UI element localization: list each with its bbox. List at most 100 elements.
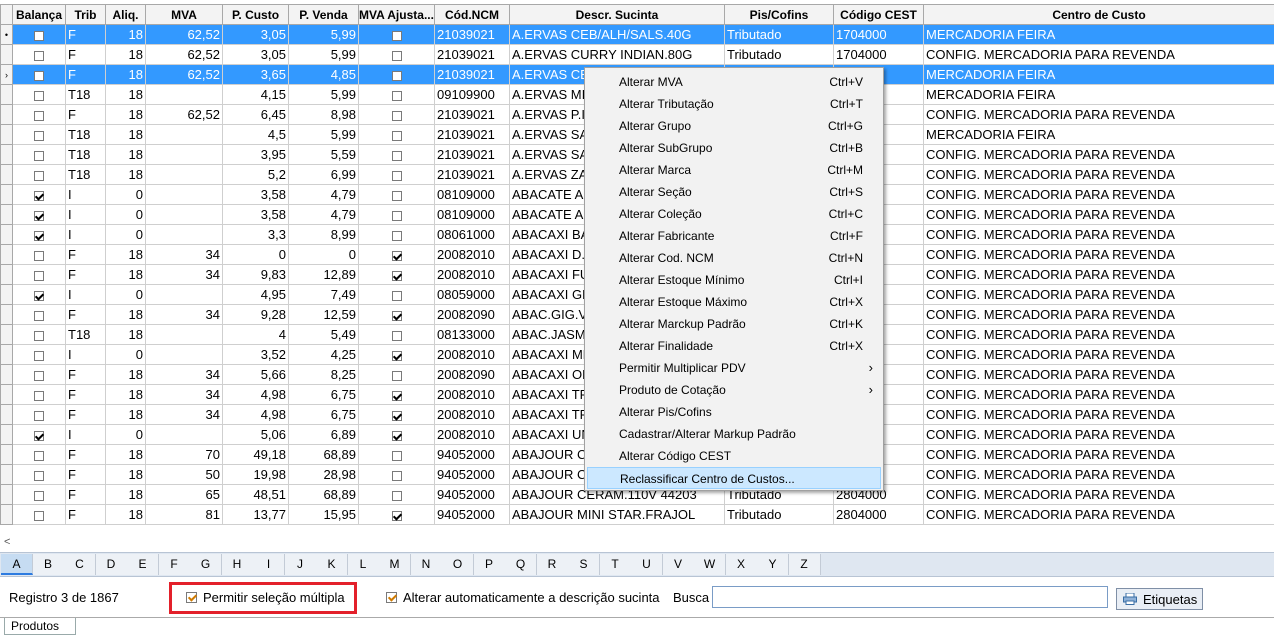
- balanca-checkbox[interactable]: [34, 231, 44, 241]
- cell-mva[interactable]: 62,52: [146, 25, 223, 45]
- balanca-checkbox[interactable]: [34, 31, 44, 41]
- cell-mva[interactable]: 34: [146, 405, 223, 425]
- cell-descricao[interactable]: A.ERVAS CEB/ALH/SALS.40G: [510, 25, 725, 45]
- alphabet-tab-j[interactable]: J: [285, 554, 317, 575]
- cell-aliq[interactable]: 18: [106, 45, 146, 65]
- cell-pis-cofins[interactable]: Tributado: [725, 505, 834, 525]
- cell-trib[interactable]: I: [66, 425, 106, 445]
- menu-item[interactable]: Reclassificar Centro de Custos...: [587, 467, 881, 489]
- cell-mva[interactable]: 34: [146, 305, 223, 325]
- mva-ajustado-checkbox[interactable]: [392, 451, 402, 461]
- cell-aliq[interactable]: 18: [106, 65, 146, 85]
- col-header-pis-cofins[interactable]: Pis/Cofins: [725, 5, 834, 25]
- menu-item[interactable]: Cadastrar/Alterar Markup Padrão: [587, 423, 881, 445]
- balanca-checkbox[interactable]: [34, 491, 44, 501]
- mva-ajustado-checkbox[interactable]: [392, 51, 402, 61]
- alphabet-tab-h[interactable]: H: [222, 554, 254, 575]
- cell-venda[interactable]: 4,25: [289, 345, 359, 365]
- cell-trib[interactable]: I: [66, 345, 106, 365]
- cell-custo[interactable]: 3,52: [223, 345, 289, 365]
- menu-item[interactable]: Alterar TributaçãoCtrl+T: [587, 93, 881, 115]
- cell-ncm[interactable]: 21039021: [435, 105, 510, 125]
- cell-mva[interactable]: [146, 125, 223, 145]
- cell-aliq[interactable]: 18: [106, 105, 146, 125]
- balanca-checkbox[interactable]: [34, 331, 44, 341]
- auto-description-checkbox[interactable]: [386, 592, 397, 603]
- cell-venda[interactable]: 5,99: [289, 125, 359, 145]
- cell-mva[interactable]: [146, 145, 223, 165]
- cell-trib[interactable]: F: [66, 505, 106, 525]
- cell-mva[interactable]: 81: [146, 505, 223, 525]
- cell-descricao[interactable]: ABAJOUR MINI STAR.FRAJOL: [510, 505, 725, 525]
- menu-item[interactable]: Alterar Pis/Cofins: [587, 401, 881, 423]
- cell-ncm[interactable]: 21039021: [435, 65, 510, 85]
- cell-ncm[interactable]: 21039021: [435, 145, 510, 165]
- mva-ajustado-checkbox[interactable]: [392, 231, 402, 241]
- mva-ajustado-checkbox[interactable]: [392, 91, 402, 101]
- balanca-checkbox[interactable]: [34, 71, 44, 81]
- cell-centro-custo[interactable]: CONFIG. MERCADORIA PARA REVENDA: [924, 325, 1274, 345]
- menu-item[interactable]: Alterar Cod. NCMCtrl+N: [587, 247, 881, 269]
- alphabet-tab-a[interactable]: A: [1, 554, 33, 575]
- horizontal-scrollbar[interactable]: <: [0, 536, 1274, 550]
- balanca-checkbox[interactable]: [34, 211, 44, 221]
- cell-ncm[interactable]: 20082090: [435, 305, 510, 325]
- menu-item[interactable]: Alterar GrupoCtrl+G: [587, 115, 881, 137]
- cell-custo[interactable]: 4,98: [223, 405, 289, 425]
- cell-centro-custo[interactable]: CONFIG. MERCADORIA PARA REVENDA: [924, 285, 1274, 305]
- cell-venda[interactable]: 5,99: [289, 25, 359, 45]
- cell-mva[interactable]: 62,52: [146, 45, 223, 65]
- alphabet-tab-l[interactable]: L: [348, 554, 380, 575]
- balanca-checkbox[interactable]: [34, 151, 44, 161]
- cell-trib[interactable]: F: [66, 25, 106, 45]
- cell-centro-custo[interactable]: CONFIG. MERCADORIA PARA REVENDA: [924, 445, 1274, 465]
- cell-custo[interactable]: 9,83: [223, 265, 289, 285]
- balanca-checkbox[interactable]: [34, 111, 44, 121]
- menu-item[interactable]: Permitir Multiplicar PDV›: [587, 357, 881, 379]
- cell-mva[interactable]: 34: [146, 245, 223, 265]
- menu-item[interactable]: Alterar FabricanteCtrl+F: [587, 225, 881, 247]
- cell-aliq[interactable]: 0: [106, 425, 146, 445]
- cell-ncm[interactable]: 21039021: [435, 45, 510, 65]
- alphabet-tab-b[interactable]: B: [33, 554, 65, 575]
- cell-centro-custo[interactable]: MERCADORIA FEIRA: [924, 85, 1274, 105]
- cell-trib[interactable]: I: [66, 225, 106, 245]
- cell-custo[interactable]: 3,3: [223, 225, 289, 245]
- cell-custo[interactable]: 4,5: [223, 125, 289, 145]
- cell-ncm[interactable]: 20082010: [435, 425, 510, 445]
- cell-mva[interactable]: [146, 225, 223, 245]
- balanca-checkbox[interactable]: [34, 511, 44, 521]
- table-row[interactable]: •F1862,523,055,9921039021A.ERVAS CEB/ALH…: [1, 25, 1274, 45]
- balanca-checkbox[interactable]: [34, 391, 44, 401]
- mva-ajustado-checkbox[interactable]: [392, 211, 402, 221]
- cell-trib[interactable]: F: [66, 465, 106, 485]
- tab-produtos[interactable]: Produtos: [4, 618, 76, 635]
- mva-ajustado-checkbox[interactable]: [392, 491, 402, 501]
- cell-pis-cofins[interactable]: Tributado: [725, 45, 834, 65]
- cell-centro-custo[interactable]: CONFIG. MERCADORIA PARA REVENDA: [924, 485, 1274, 505]
- col-header-descricao[interactable]: Descr. Sucinta: [510, 5, 725, 25]
- col-header-trib[interactable]: Trib: [66, 5, 106, 25]
- search-input[interactable]: [712, 586, 1108, 608]
- alphabet-tab-v[interactable]: V: [663, 554, 695, 575]
- alphabet-tab-e[interactable]: E: [127, 554, 159, 575]
- cell-custo[interactable]: 4: [223, 325, 289, 345]
- menu-item[interactable]: Alterar Estoque MínimoCtrl+I: [587, 269, 881, 291]
- mva-ajustado-checkbox[interactable]: [392, 71, 402, 81]
- cell-aliq[interactable]: 18: [106, 125, 146, 145]
- cell-centro-custo[interactable]: CONFIG. MERCADORIA PARA REVENDA: [924, 425, 1274, 445]
- table-row[interactable]: F188113,7715,9594052000ABAJOUR MINI STAR…: [1, 505, 1274, 525]
- cell-ncm[interactable]: 09109900: [435, 85, 510, 105]
- mva-ajustado-checkbox[interactable]: [392, 431, 402, 441]
- mva-ajustado-checkbox[interactable]: [392, 151, 402, 161]
- cell-ncm[interactable]: 94052000: [435, 445, 510, 465]
- multi-select-checkbox[interactable]: [186, 592, 197, 603]
- cell-mva[interactable]: [146, 285, 223, 305]
- cell-ncm[interactable]: 21039021: [435, 125, 510, 145]
- cell-ncm[interactable]: 94052000: [435, 465, 510, 485]
- cell-venda[interactable]: 68,89: [289, 485, 359, 505]
- cell-mva[interactable]: [146, 345, 223, 365]
- mva-ajustado-checkbox[interactable]: [392, 291, 402, 301]
- mva-ajustado-checkbox[interactable]: [392, 111, 402, 121]
- cell-aliq[interactable]: 18: [106, 165, 146, 185]
